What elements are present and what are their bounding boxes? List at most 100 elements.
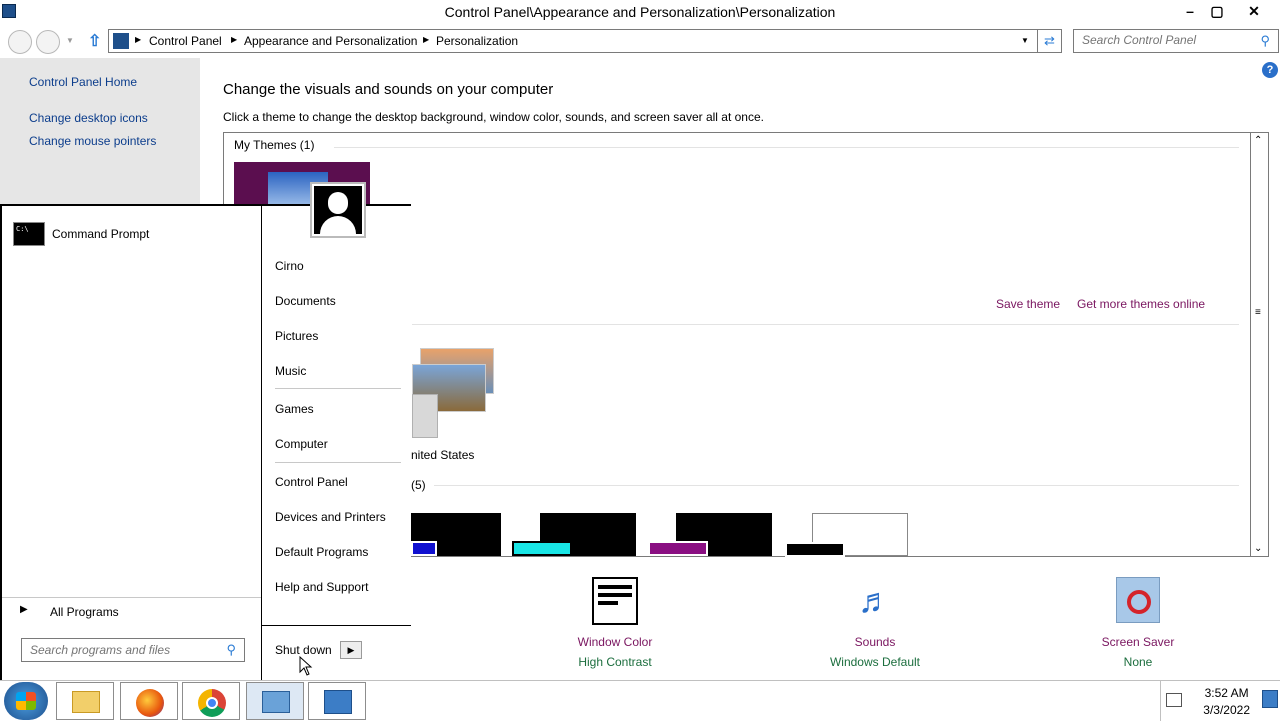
window-color-label[interactable]: Window Color <box>545 635 685 649</box>
monitor-icon <box>324 690 352 714</box>
theme-preview-image <box>785 542 845 557</box>
start-item-user[interactable]: Cirno <box>275 259 304 273</box>
theme-preview-image <box>412 394 438 438</box>
search-icon[interactable]: ⚲ <box>226 642 236 658</box>
start-item-command-prompt[interactable]: Command Prompt <box>52 227 149 241</box>
folder-icon <box>72 691 100 713</box>
mouse-cursor-icon <box>299 656 313 676</box>
user-silhouette-icon <box>314 186 362 234</box>
window-title: Control Panel\Appearance and Personaliza… <box>444 4 836 20</box>
installed-theme-thumbnail[interactable] <box>412 348 494 438</box>
high-contrast-2-thumbnail[interactable] <box>512 513 636 556</box>
taskbar-chrome[interactable] <box>182 682 240 720</box>
search-icon[interactable]: ⚲ <box>1260 33 1270 49</box>
clock-date: 3/3/2022 <box>1203 703 1250 717</box>
theme-list-scrollbar[interactable]: ⌃ ≡ ⌄ <box>1250 133 1268 556</box>
address-dropdown-icon[interactable]: ▼ <box>1021 36 1029 45</box>
up-arrow-icon[interactable]: ⇧ <box>88 31 101 51</box>
theme-preview-image <box>512 541 572 556</box>
divider <box>275 388 401 389</box>
scroll-up-icon[interactable]: ⌃ <box>1254 135 1262 146</box>
theme-preview-image <box>648 541 708 556</box>
page-title: Change the visuals and sounds on your co… <box>223 81 554 98</box>
command-prompt-icon: C:\ <box>13 222 45 246</box>
sidebar-item-control-panel-home[interactable]: Control Panel Home <box>29 75 137 89</box>
address-row: ▼ ⇧ ▶ Control Panel ▶ Appearance and Per… <box>0 26 1280 56</box>
start-item-pictures[interactable]: Pictures <box>275 329 318 343</box>
help-icon[interactable]: ? <box>1262 62 1278 78</box>
search-input[interactable] <box>1082 33 1252 47</box>
all-programs-button[interactable]: All Programs <box>50 605 119 619</box>
shutdown-options-arrow-icon[interactable]: ▶ <box>340 641 362 659</box>
theme-preview-image <box>411 541 437 556</box>
sounds-value: Windows Default <box>829 655 921 669</box>
shutdown-button[interactable]: Shut down <box>275 643 332 657</box>
recent-pages-icon[interactable]: ▼ <box>66 36 74 45</box>
taskbar-firefox[interactable] <box>120 682 178 720</box>
sounds-label[interactable]: Sounds <box>805 635 945 649</box>
divider <box>1160 681 1161 721</box>
show-desktop-icon[interactable] <box>1262 690 1278 708</box>
all-programs-arrow-icon[interactable]: ▶ <box>20 604 28 615</box>
scroll-down-icon[interactable]: ⌄ <box>1254 543 1262 554</box>
start-item-computer[interactable]: Computer <box>275 437 328 451</box>
window-color-icon <box>592 577 638 625</box>
taskbar: 3:52 AM 3/3/2022 <box>0 680 1280 721</box>
breadcrumb-arrow-icon[interactable]: ▶ <box>135 35 141 44</box>
firefox-icon <box>136 689 164 717</box>
sidebar-item-desktop-icons[interactable]: Change desktop icons <box>29 111 148 125</box>
start-item-games[interactable]: Games <box>275 402 314 416</box>
chrome-icon <box>198 689 226 717</box>
start-search-box[interactable]: ⚲ <box>21 638 245 662</box>
breadcrumb-control-panel[interactable]: Control Panel <box>149 34 222 48</box>
sounds-icon: ♬ <box>858 582 892 620</box>
installed-theme-label: nited States <box>411 448 475 462</box>
close-button[interactable]: ✕ <box>1240 2 1268 20</box>
address-bar[interactable]: ▶ Control Panel ▶ Appearance and Persona… <box>108 29 1062 53</box>
clock[interactable]: 3:52 AM 3/3/2022 <box>1203 686 1250 717</box>
start-item-music[interactable]: Music <box>275 364 306 378</box>
screen-saver-option[interactable]: Screen Saver None <box>1068 577 1208 669</box>
refresh-icon[interactable]: ⇄ <box>1037 30 1061 52</box>
start-button[interactable] <box>4 682 48 720</box>
sidebar-item-mouse-pointers[interactable]: Change mouse pointers <box>29 134 156 148</box>
start-item-control-panel[interactable]: Control Panel <box>275 475 348 489</box>
minimize-button[interactable]: – <box>1176 2 1204 20</box>
breadcrumb-appearance[interactable]: Appearance and Personalization <box>244 34 417 48</box>
user-avatar[interactable] <box>310 182 366 238</box>
scroll-thumb-grip-icon[interactable]: ≡ <box>1255 307 1261 318</box>
maximize-button[interactable]: ▢ <box>1203 2 1231 20</box>
breadcrumb-personalization[interactable]: Personalization <box>436 34 518 48</box>
sounds-option[interactable]: ♬ Sounds Windows Default <box>805 577 945 669</box>
window-color-option[interactable]: Window Color High Contrast <box>545 577 685 669</box>
network-icon[interactable] <box>1166 693 1182 707</box>
start-item-documents[interactable]: Documents <box>275 294 336 308</box>
start-menu-places: Cirno Documents Pictures Music Games Com… <box>262 182 411 680</box>
window-color-value: High Contrast <box>578 655 652 669</box>
windows-logo-icon <box>16 692 36 710</box>
save-theme-link[interactable]: Save theme <box>996 297 1060 311</box>
breadcrumb-arrow-icon[interactable]: ▶ <box>231 35 237 44</box>
start-search-input[interactable] <box>30 643 210 657</box>
divider <box>2 597 261 598</box>
start-menu: C:\ Command Prompt ▶ All Programs ⚲ Cirn… <box>0 182 411 680</box>
screen-saver-label[interactable]: Screen Saver <box>1068 635 1208 649</box>
start-item-devices-printers[interactable]: Devices and Printers <box>275 510 386 524</box>
clock-time: 3:52 AM <box>1204 686 1249 700</box>
screen-saver-value: None <box>1123 655 1153 669</box>
high-contrast-white-thumbnail[interactable] <box>785 513 908 557</box>
divider <box>412 324 1239 325</box>
high-contrast-black-thumbnail[interactable] <box>648 513 772 556</box>
taskbar-control-panel[interactable] <box>246 682 304 720</box>
search-control-panel[interactable]: ⚲ <box>1073 29 1279 53</box>
taskbar-remote-desktop[interactable] <box>308 682 366 720</box>
taskbar-file-explorer[interactable] <box>56 682 114 720</box>
high-contrast-1-thumbnail[interactable] <box>411 513 501 556</box>
forward-button[interactable] <box>36 30 60 54</box>
start-item-default-programs[interactable]: Default Programs <box>275 545 368 559</box>
left-pane: Control Panel Home Change desktop icons … <box>0 58 200 208</box>
back-button[interactable] <box>8 30 32 54</box>
start-item-help-support[interactable]: Help and Support <box>275 580 368 594</box>
breadcrumb-arrow-icon[interactable]: ▶ <box>423 35 429 44</box>
get-more-themes-link[interactable]: Get more themes online <box>1077 297 1205 311</box>
